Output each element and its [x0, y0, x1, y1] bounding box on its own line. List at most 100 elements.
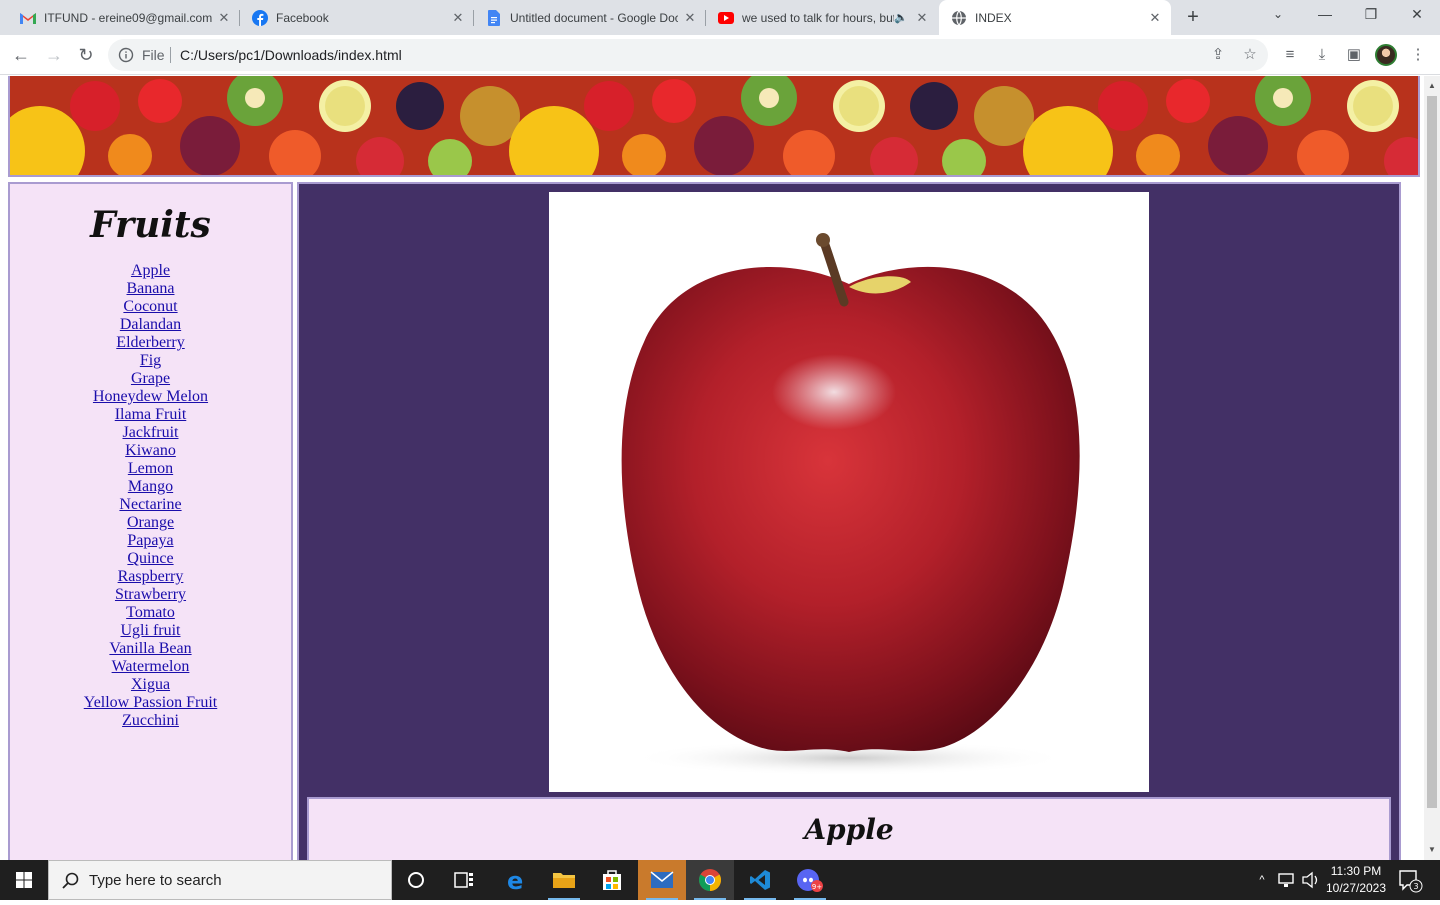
list-item: Banana — [10, 280, 291, 298]
tray-chevron-icon[interactable]: ^ — [1252, 860, 1272, 900]
close-window-icon[interactable]: ✕ — [1394, 0, 1440, 30]
fruit-link-apple[interactable]: Apple — [131, 262, 170, 279]
list-item: Jackfruit — [10, 424, 291, 442]
list-item: Xigua — [10, 676, 291, 694]
fruit-link-lemon[interactable]: Lemon — [128, 460, 173, 477]
scroll-up-icon[interactable]: ▲ — [1424, 78, 1440, 94]
fruit-link-xigua[interactable]: Xigua — [131, 676, 170, 693]
list-item: Tomato — [10, 604, 291, 622]
fruit-link-strawberry[interactable]: Strawberry — [115, 586, 186, 603]
fruit-link-mango[interactable]: Mango — [128, 478, 173, 495]
google-docs-icon — [486, 9, 502, 26]
url-text[interactable]: C:/Users/pc1/Downloads/index.html — [180, 47, 402, 63]
profile-avatar[interactable] — [1375, 44, 1397, 66]
edge-icon[interactable]: e — [492, 860, 540, 900]
fruit-link-kiwano[interactable]: Kiwano — [125, 442, 176, 459]
tab-index[interactable]: INDEX ✕ — [939, 0, 1171, 35]
list-item: Lemon — [10, 460, 291, 478]
search-icon — [62, 872, 79, 889]
taskbar-search[interactable]: Type here to search — [48, 860, 392, 900]
tab-youtube[interactable]: we used to talk for hours, but 🔈 ✕ — [706, 0, 938, 35]
back-icon[interactable]: ← — [7, 41, 35, 69]
fruit-sidebar: Fruits Apple Banana Coconut Dalandan Eld… — [8, 182, 293, 860]
fruit-link-orange[interactable]: Orange — [127, 514, 174, 531]
cortana-icon[interactable] — [392, 860, 440, 900]
scrollbar-thumb[interactable] — [1427, 96, 1437, 808]
tab-google-docs[interactable]: Untitled document - Google Docs ✕ — [474, 0, 706, 35]
mail-icon[interactable] — [638, 860, 686, 900]
fruit-link-watermelon[interactable]: Watermelon — [112, 658, 190, 675]
clock-time: 11:30 PM — [1330, 864, 1382, 878]
close-tab-icon[interactable]: ✕ — [1147, 10, 1163, 26]
tab-search-icon[interactable]: ⌄ — [1255, 0, 1301, 30]
info-icon[interactable] — [118, 47, 134, 63]
svg-text:e: e — [507, 868, 523, 892]
share-icon[interactable]: ⇪ — [1208, 45, 1228, 65]
search-placeholder: Type here to search — [89, 872, 222, 889]
list-item: Grape — [10, 370, 291, 388]
network-icon[interactable] — [1276, 860, 1298, 900]
media-queue-icon[interactable]: ≡ — [1280, 45, 1300, 65]
fruit-link-vanilla-bean[interactable]: Vanilla Bean — [109, 640, 191, 657]
scroll-down-icon[interactable]: ▼ — [1424, 842, 1440, 858]
close-tab-icon[interactable]: ✕ — [216, 10, 232, 26]
fruit-link-honeydew-melon[interactable]: Honeydew Melon — [93, 388, 208, 405]
microsoft-store-icon[interactable] — [588, 860, 636, 900]
minimize-icon[interactable]: — — [1302, 0, 1348, 30]
tab-gmail[interactable]: ITFUND - ereine09@gmail.com ✕ — [8, 0, 240, 35]
fruit-link-grape[interactable]: Grape — [131, 370, 170, 387]
fruit-link-zucchini[interactable]: Zucchini — [122, 712, 179, 729]
notification-center-icon[interactable]: 3 — [1396, 860, 1424, 900]
fruit-link-quince[interactable]: Quince — [127, 550, 173, 567]
tab-facebook[interactable]: Facebook ✕ — [240, 0, 474, 35]
close-tab-icon[interactable]: ✕ — [682, 10, 698, 26]
restore-icon[interactable]: ❐ — [1348, 0, 1394, 30]
caption-panel: Apple — [307, 797, 1391, 860]
fruit-link-yellow-passion-fruit[interactable]: Yellow Passion Fruit — [84, 694, 218, 711]
list-item: Zucchini — [10, 712, 291, 730]
fruit-link-nectarine[interactable]: Nectarine — [119, 496, 181, 513]
fruit-link-ugli-fruit[interactable]: Ugli fruit — [121, 622, 181, 639]
fruit-link-papaya[interactable]: Papaya — [127, 532, 173, 549]
fruit-link-fig[interactable]: Fig — [140, 352, 161, 369]
fruit-link-coconut[interactable]: Coconut — [123, 298, 177, 315]
list-item: Dalandan — [10, 316, 291, 334]
fruit-link-raspberry[interactable]: Raspberry — [118, 568, 184, 585]
address-bar[interactable]: File C:/Users/pc1/Downloads/index.html ⇪… — [108, 39, 1268, 71]
close-tab-icon[interactable]: ✕ — [450, 10, 466, 26]
system-clock[interactable]: 11:30 PM 10/27/2023 — [1320, 863, 1392, 897]
list-item: Quince — [10, 550, 291, 568]
task-view-icon[interactable] — [440, 860, 488, 900]
new-tab-button[interactable]: + — [1180, 4, 1206, 30]
browser-toolbar: ← → ↻ File C:/Users/pc1/Downloads/index.… — [0, 35, 1440, 75]
fruit-link-ilama-fruit[interactable]: Ilama Fruit — [115, 406, 187, 423]
download-icon[interactable]: ⤓ — [1312, 45, 1332, 65]
web-page: Fruits Apple Banana Coconut Dalandan Eld… — [0, 76, 1424, 860]
discord-icon[interactable]: 9+ — [786, 860, 834, 900]
file-explorer-icon[interactable] — [540, 860, 588, 900]
reload-icon[interactable]: ↻ — [72, 41, 100, 69]
fruit-link-elderberry[interactable]: Elderberry — [116, 334, 184, 351]
vscode-icon[interactable] — [736, 860, 784, 900]
volume-icon[interactable] — [1300, 860, 1322, 900]
page-scrollbar[interactable]: ▲ ▼ — [1424, 76, 1440, 860]
list-item: Fig — [10, 352, 291, 370]
fruit-link-dalandan[interactable]: Dalandan — [120, 316, 181, 333]
speaker-icon[interactable]: 🔈 — [894, 11, 910, 24]
discord-badge: 9+ — [812, 883, 822, 891]
forward-icon[interactable]: → — [40, 41, 68, 69]
windows-taskbar: Type here to search e 9+ ^ 11:30 PM 10/2… — [0, 860, 1440, 900]
tab-title: Untitled document - Google Docs — [510, 10, 678, 25]
fruit-link-banana[interactable]: Banana — [127, 280, 175, 297]
side-panel-icon[interactable]: ▣ — [1344, 45, 1364, 65]
close-tab-icon[interactable]: ✕ — [914, 10, 930, 26]
bookmark-star-icon[interactable]: ☆ — [1240, 45, 1260, 65]
main-content: Apple — [297, 182, 1401, 860]
fruit-link-jackfruit[interactable]: Jackfruit — [123, 424, 179, 441]
fruit-link-tomato[interactable]: Tomato — [126, 604, 175, 621]
menu-kebab-icon[interactable]: ⋮ — [1408, 45, 1428, 65]
chrome-icon[interactable] — [686, 860, 734, 900]
notification-count: 3 — [1413, 882, 1418, 891]
scheme-label: File — [142, 47, 165, 63]
start-button[interactable] — [0, 860, 48, 900]
